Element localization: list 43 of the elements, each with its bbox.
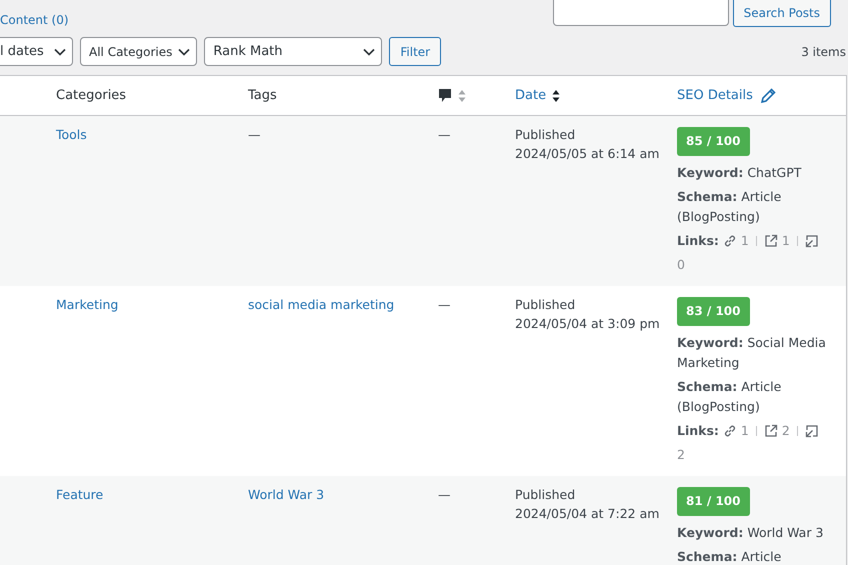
category-link[interactable]: Feature bbox=[56, 487, 104, 502]
seo-keyword: Keyword: World War 3 bbox=[677, 524, 824, 542]
items-count: 3 items bbox=[801, 44, 847, 58]
internal-links-count: 1 bbox=[740, 232, 749, 250]
seo-keyword: Keyword: Social Media Marketing bbox=[677, 334, 827, 372]
external-links-count: 1 bbox=[782, 232, 790, 250]
incoming-links-count: 0 bbox=[677, 256, 686, 274]
category-link[interactable]: Tools bbox=[56, 127, 87, 142]
category-link[interactable]: Marketing bbox=[56, 297, 118, 312]
seo-keyword: Keyword: ChatGPT bbox=[677, 164, 802, 182]
search-posts-button[interactable]: Search Posts bbox=[732, 0, 831, 27]
seo-score-badge: 83 / 100 bbox=[677, 297, 750, 326]
post-status: Published bbox=[515, 296, 576, 314]
post-date: 2024/05/05 at 6:14 am bbox=[515, 145, 660, 163]
comments-count: — bbox=[438, 297, 450, 312]
links-label: Links: bbox=[677, 422, 719, 440]
seo-score-badge: 81 / 100 bbox=[677, 487, 750, 516]
content-filter-link[interactable]: Content (0) bbox=[0, 13, 69, 30]
empty-dash: — bbox=[248, 127, 260, 142]
column-header: Tags bbox=[248, 88, 277, 103]
post-date: 2024/05/04 at 7:22 am bbox=[515, 505, 660, 523]
post-date: 2024/05/04 at 3:09 pm bbox=[515, 315, 661, 333]
external-links-count: 2 bbox=[782, 422, 790, 440]
comments-count: — bbox=[438, 127, 450, 142]
seo-schema: Schema: Article (BlogPosting) bbox=[677, 188, 782, 226]
post-status: Published bbox=[515, 126, 576, 144]
filter-dropdown[interactable]: All Categories bbox=[80, 37, 198, 66]
filter-dropdown[interactable]: Rank Math bbox=[204, 37, 382, 66]
column-header: Categories bbox=[56, 88, 126, 103]
post-status: Published bbox=[515, 486, 576, 504]
date-column-link[interactable]: Date bbox=[515, 88, 546, 103]
seo-details-column-link[interactable]: SEO Details bbox=[677, 88, 753, 103]
filter-button[interactable]: Filter bbox=[389, 37, 442, 66]
seo-schema: Schema: Article bbox=[677, 548, 782, 565]
links-label: Links: bbox=[677, 232, 719, 250]
seo-schema: Schema: Article (BlogPosting) bbox=[677, 378, 782, 416]
tag-link[interactable]: World War 3 bbox=[248, 487, 324, 502]
tag-link[interactable]: social media marketing bbox=[248, 297, 394, 312]
seo-score-badge: 85 / 100 bbox=[677, 127, 750, 156]
comments-count: — bbox=[438, 487, 450, 502]
internal-links-count: 1 bbox=[740, 422, 749, 440]
incoming-links-count: 2 bbox=[677, 446, 686, 464]
filter-dropdown[interactable]: l dates bbox=[0, 37, 73, 66]
